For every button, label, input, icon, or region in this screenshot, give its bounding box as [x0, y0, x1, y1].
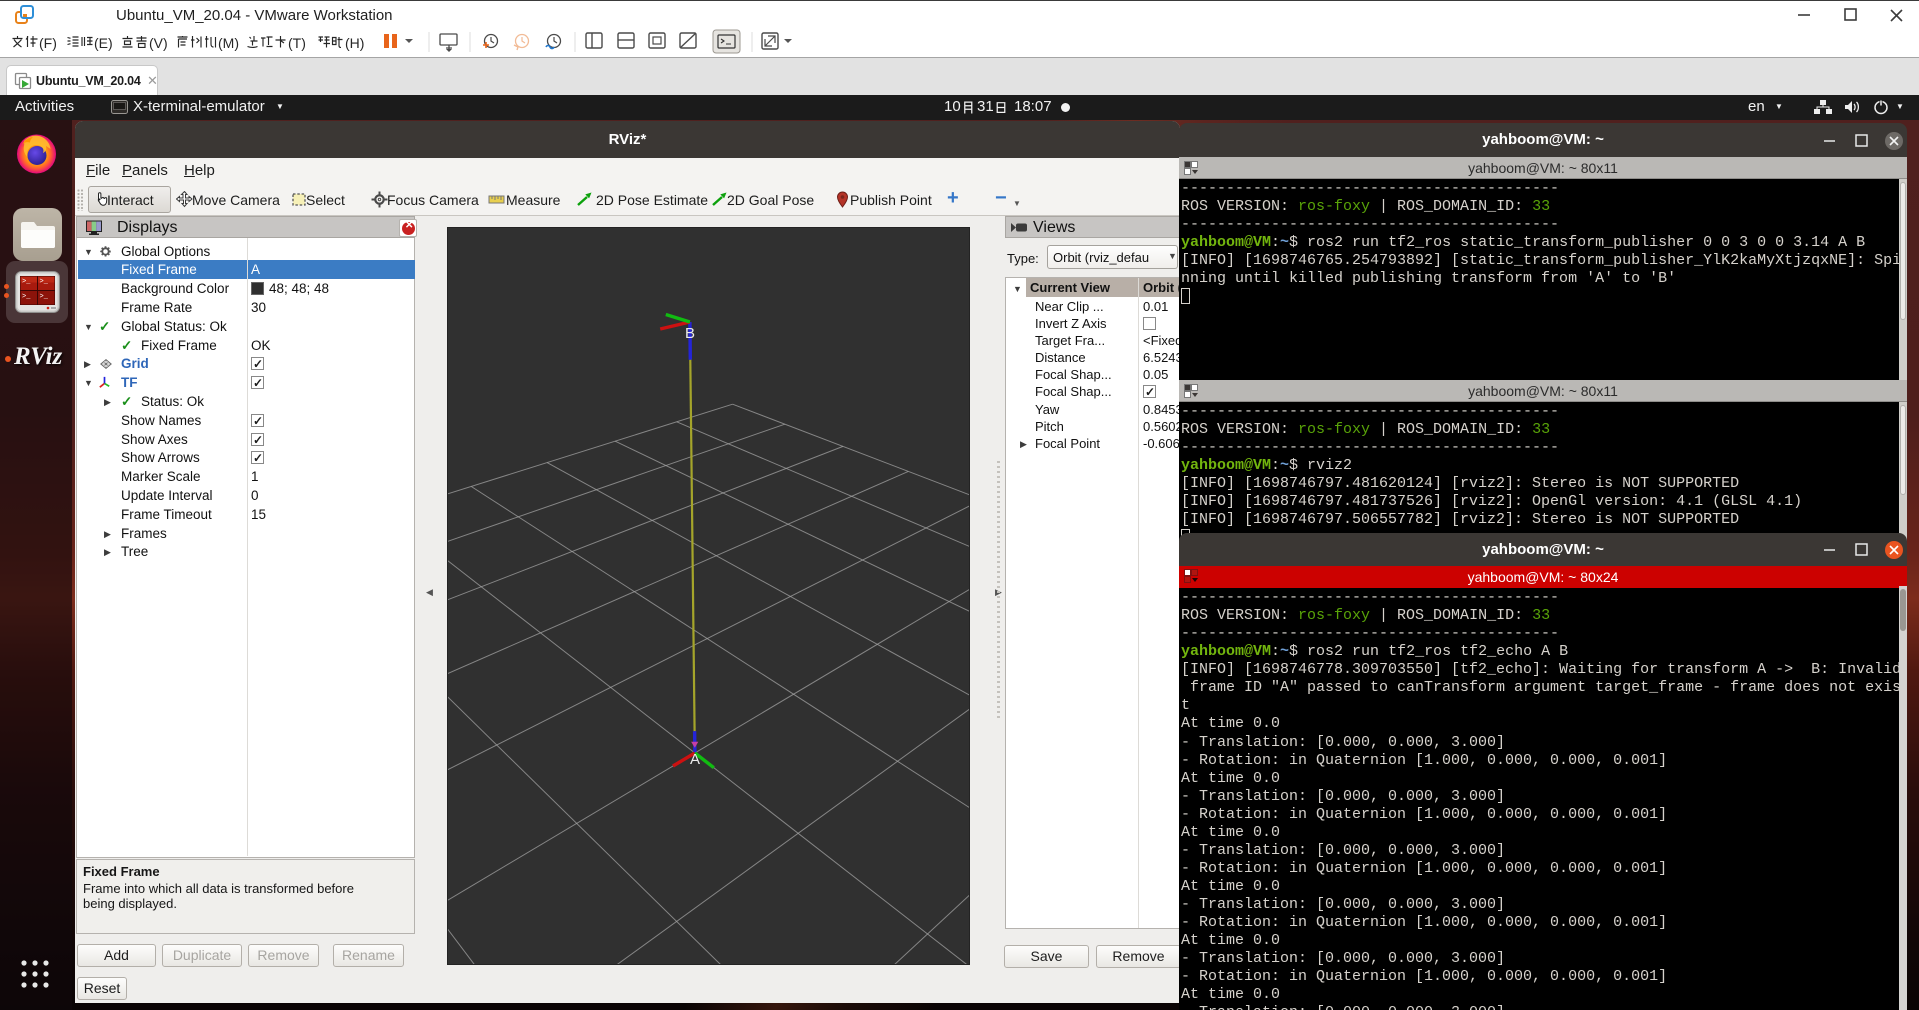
svg-text:>_: >_ [40, 293, 49, 301]
svg-text:>_: >_ [22, 293, 31, 301]
svg-text:>_: >_ [40, 278, 49, 286]
svg-text:B: B [685, 325, 695, 342]
svg-text:A: A [690, 751, 700, 768]
svg-text:>_: >_ [22, 278, 31, 286]
